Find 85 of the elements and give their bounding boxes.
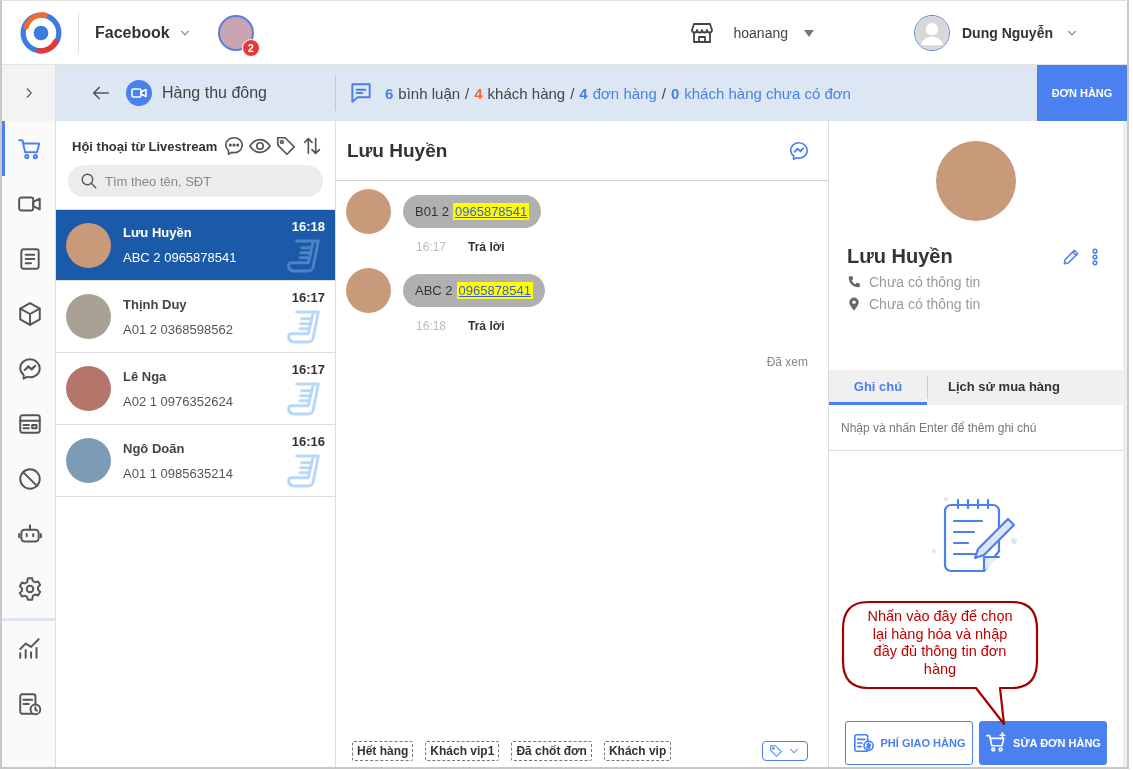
photo-placeholder [66, 294, 111, 339]
phone-link[interactable]: 0965878541 [456, 282, 533, 299]
messenger-icon[interactable] [788, 139, 810, 162]
message-time: 16:17 [416, 240, 447, 254]
tag-menu-button[interactable] [762, 741, 808, 761]
stat-label: khách hàng [487, 84, 566, 102]
store-name[interactable]: hoanang [733, 24, 814, 41]
report-clock-icon [17, 690, 43, 717]
callout-text: Nhấn vào đây để chọn lại hàng hóa và nhập đầy đủ thông tin đơn hàng [866, 608, 1014, 678]
panel-title: Hội thoại từ Livestream [72, 138, 219, 154]
reply-link[interactable]: Trả lời [468, 240, 505, 254]
contact-name: Lê Nga [123, 368, 168, 384]
stat-count: 4 [579, 84, 588, 102]
sort-icon[interactable] [301, 135, 323, 157]
stat-count: 4 [474, 84, 483, 102]
photo-placeholder [346, 189, 391, 234]
stat-separator: / [570, 84, 575, 102]
chart-icon [17, 635, 43, 662]
reply-link[interactable]: Trả lời [468, 319, 505, 333]
conversation-item[interactable]: Lê Nga A02 1 0976352624 16:17 [56, 353, 335, 425]
message-preview: A02 1 0976352624 [123, 393, 234, 409]
address-info: Chưa có thông tin [869, 296, 981, 312]
comment-icon [348, 80, 374, 106]
stat-count: 6 [385, 84, 394, 102]
app-logo [20, 11, 62, 54]
stat-separator: / [661, 84, 666, 102]
stat-label: bình luận [398, 84, 461, 102]
phone-link[interactable]: 0965878541 [453, 203, 530, 220]
search-icon [80, 172, 98, 190]
phone-info: Chưa có thông tin [869, 274, 981, 290]
tag-chip[interactable]: Hết hàng [352, 741, 414, 761]
messenger-icon [17, 355, 43, 382]
message-time: 16:18 [291, 219, 325, 234]
conversation-item[interactable]: Lưu Huyền ABC 2 0965878541 16:18 [56, 209, 335, 281]
ban-icon [17, 465, 43, 492]
store-icon [689, 20, 716, 45]
tab[interactable]: Lịch sử mua hàng [928, 370, 1080, 405]
caret-down-icon [804, 29, 814, 38]
tag-chip[interactable]: Khách vip [603, 741, 672, 761]
photo-placeholder [66, 222, 111, 268]
order-button[interactable]: ĐƠN HÀNG [1037, 65, 1127, 121]
contact-name: Ngô Doãn [123, 440, 186, 456]
receipt-dollar-icon [852, 732, 875, 754]
user-menu[interactable]: Dung Nguyễn [914, 14, 1079, 51]
box-icon [17, 300, 43, 327]
message-time: 16:17 [291, 362, 325, 377]
cart-plus-icon [985, 732, 1008, 754]
message-text: B01 2 [415, 204, 449, 219]
message-text: ABC 2 [415, 283, 453, 298]
edit-order-button[interactable]: SỬA ĐƠN HÀNG [979, 721, 1107, 765]
message-preview: A01 2 0368598562 [123, 321, 234, 337]
location-pin-icon [847, 297, 861, 311]
contact-name: Lưu Huyền [123, 225, 193, 240]
message-time: 16:18 [416, 319, 447, 333]
message-time: 16:17 [291, 290, 325, 305]
tag-icon [769, 744, 783, 758]
stat-separator: / [465, 84, 470, 102]
page-avatar[interactable] [217, 14, 254, 51]
photo-placeholder [66, 366, 111, 411]
photo-placeholder [346, 268, 391, 313]
shipping-fee-button[interactable]: PHÍ GIAO HÀNG [845, 721, 973, 765]
conversation-item[interactable]: Thịnh Duy A01 2 0368598562 16:17 [56, 281, 335, 353]
comment-dots-icon[interactable] [223, 135, 245, 157]
conversation-item[interactable]: Ngô Doãn A01 1 0985635214 16:16 [56, 425, 335, 497]
message-preview: ABC 2 0965878541 [123, 250, 238, 265]
search-field[interactable]: Tìm theo tên, SĐT [68, 165, 323, 197]
chat-title: Lưu Huyền [347, 139, 449, 162]
account-dropdown[interactable]: Facebook [95, 23, 192, 42]
tag-chip[interactable]: Khách vip1 [425, 741, 500, 761]
user-avatar-silhouette [914, 14, 950, 51]
message-time: 16:16 [291, 434, 325, 449]
tag-chip[interactable]: Đã chốt đơn [511, 741, 592, 761]
tag-icon[interactable] [275, 135, 297, 157]
message-preview: A01 1 0985635214 [123, 465, 234, 481]
customer-name: Lưu Huyền [847, 245, 954, 268]
photo-placeholder [66, 438, 111, 483]
document-icon [17, 245, 43, 272]
livestream-title: Hàng thu đông [162, 84, 267, 102]
video-camera-icon [126, 80, 152, 106]
contact-name: Thịnh Duy [123, 296, 188, 312]
settings-icon [17, 575, 43, 602]
user-name: Dung Nguyễn [962, 24, 1053, 41]
phone-icon [847, 275, 861, 289]
seen-status: Đã xem [766, 355, 808, 369]
stat-count: 0 [670, 84, 680, 102]
